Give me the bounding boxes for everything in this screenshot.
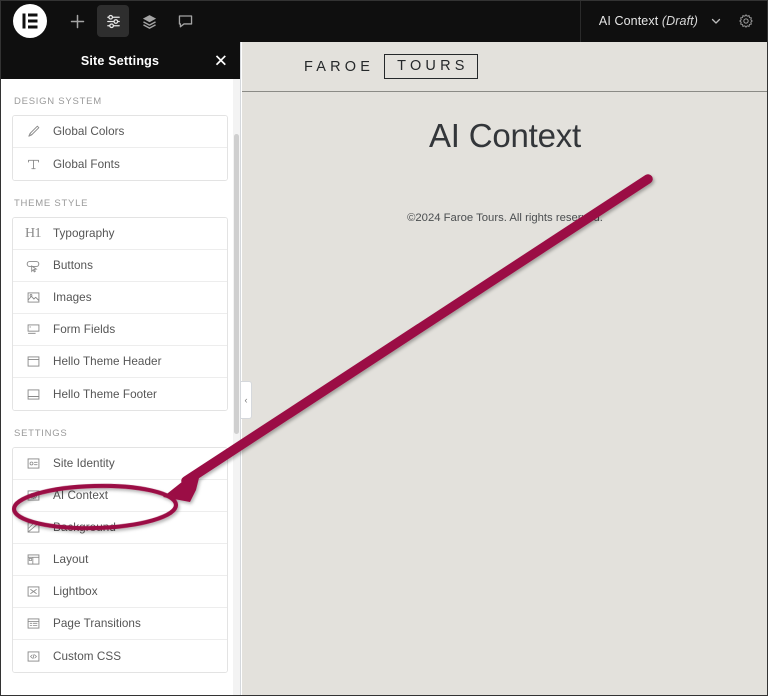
sidebar-item-label: Typography	[53, 227, 115, 240]
group-design-system: Global Colors Global Fonts	[12, 115, 228, 181]
sidebar-item-label: Hello Theme Header	[53, 355, 162, 368]
document-status-text: (Draft)	[661, 14, 698, 28]
sidebar-item-label: Buttons	[53, 259, 93, 272]
panel-title: Site Settings	[80, 53, 160, 68]
sidebar-item-label: Lightbox	[53, 585, 98, 598]
site-identity-icon	[23, 454, 43, 474]
sidebar-item-site-identity[interactable]: Site Identity	[13, 448, 227, 480]
sidebar-item-label: Layout	[53, 553, 89, 566]
sidebar-item-label: Site Identity	[53, 457, 115, 470]
site-header: FAROE TOURS	[242, 42, 768, 92]
panel-body: DESIGN SYSTEM Global Colors Global Fonts…	[0, 79, 240, 696]
ai-context-gear-icon	[23, 486, 43, 506]
site-settings-sliders-icon[interactable]	[97, 5, 129, 37]
sidebar-item-label: Images	[53, 291, 92, 304]
section-title-settings: SETTINGS	[14, 428, 68, 439]
group-theme-style: H1 Typography Buttons Images Form Fields…	[12, 217, 228, 411]
sidebar-item-hello-theme-header[interactable]: Hello Theme Header	[13, 346, 227, 378]
panel-collapse-handle[interactable]: ‹	[241, 381, 252, 419]
page-title: AI Context	[428, 117, 582, 154]
sidebar-item-form-fields[interactable]: Form Fields	[13, 314, 227, 346]
site-logo[interactable]: FAROE TOURS	[304, 54, 478, 79]
page-transitions-icon	[23, 614, 43, 634]
document-title-text: AI Context	[598, 14, 659, 28]
sidebar-item-global-fonts[interactable]: Global Fonts	[13, 148, 227, 180]
close-icon[interactable]: ✕	[214, 52, 228, 69]
lightbox-icon	[23, 582, 43, 602]
sidebar-item-label: Hello Theme Footer	[53, 387, 157, 401]
page-preview-canvas: FAROE TOURS AI Context ©2024 Faroe Tours…	[242, 42, 768, 696]
sidebar-item-label: Form Fields	[53, 323, 116, 336]
custom-css-icon	[23, 646, 43, 666]
site-settings-panel: Site Settings ✕ DESIGN SYSTEM Global Col…	[0, 42, 241, 696]
sidebar-item-label: Page Transitions	[53, 617, 141, 630]
brand-primary-text: FAROE	[304, 58, 375, 75]
sidebar-item-background[interactable]: Background	[13, 512, 227, 544]
footer-block-icon	[23, 384, 43, 404]
sidebar-item-layout[interactable]: Layout	[13, 544, 227, 576]
sidebar-item-ai-context[interactable]: AI Context	[13, 480, 227, 512]
layers-navigator-icon[interactable]	[133, 5, 165, 37]
group-settings: Site Identity AI Context Background Layo…	[12, 447, 228, 673]
panel-scrollbar-track[interactable]	[233, 79, 240, 696]
section-title-design-system: DESIGN SYSTEM	[14, 96, 102, 107]
chevron-down-icon[interactable]	[710, 15, 722, 27]
h1-typography-icon: H1	[24, 225, 42, 241]
comments-icon[interactable]	[169, 5, 201, 37]
background-icon	[23, 518, 43, 538]
header-block-icon	[23, 352, 43, 372]
panel-scrollbar-thumb[interactable]	[234, 134, 239, 434]
sidebar-item-label: AI Context	[53, 489, 109, 502]
image-icon	[23, 288, 43, 308]
sidebar-item-label: Background	[53, 521, 116, 534]
add-element-icon[interactable]	[61, 5, 93, 37]
sidebar-item-label: Global Fonts	[53, 157, 120, 171]
chevron-left-icon: ‹	[244, 395, 248, 405]
sidebar-item-label: Global Colors	[53, 125, 125, 138]
editor-topbar: AI Context (Draft)	[0, 0, 768, 42]
section-title-theme-style: THEME STYLE	[14, 198, 89, 209]
form-field-icon	[23, 320, 43, 340]
panel-header: Site Settings ✕	[0, 42, 240, 79]
document-title: AI Context (Draft)	[599, 14, 698, 28]
sidebar-item-buttons[interactable]: Buttons	[13, 250, 227, 282]
site-footer-copyright: ©2024 Faroe Tours. All rights reserved.	[407, 212, 603, 224]
elementor-logo-icon[interactable]	[13, 4, 47, 38]
gear-icon[interactable]	[738, 13, 754, 29]
sidebar-item-lightbox[interactable]: Lightbox	[13, 576, 227, 608]
sidebar-item-label: Custom CSS	[53, 649, 122, 663]
sidebar-item-hello-theme-footer[interactable]: Hello Theme Footer	[13, 378, 227, 410]
sidebar-item-images[interactable]: Images	[13, 282, 227, 314]
document-status-group[interactable]: AI Context (Draft)	[579, 0, 768, 42]
brand-boxed-text: TOURS	[384, 54, 478, 79]
topbar-icon-group	[0, 0, 201, 42]
sidebar-item-global-colors[interactable]: Global Colors	[13, 116, 227, 148]
font-t-icon	[23, 154, 43, 174]
layout-icon	[23, 550, 43, 570]
sidebar-item-custom-css[interactable]: Custom CSS	[13, 640, 227, 672]
sidebar-item-page-transitions[interactable]: Page Transitions	[13, 608, 227, 640]
brush-icon	[23, 122, 43, 142]
sidebar-item-typography[interactable]: H1 Typography	[13, 218, 227, 250]
button-cursor-icon	[23, 256, 43, 276]
elementor-editor: AI Context (Draft) Site Settings ✕ DESIG…	[0, 0, 768, 696]
